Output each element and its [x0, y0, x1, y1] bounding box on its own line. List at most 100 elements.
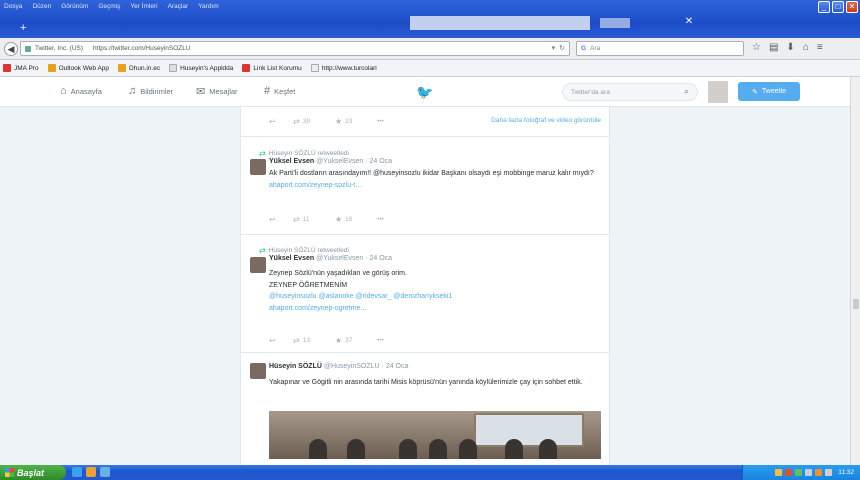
site-identity[interactable]: Twitter, Inc. (US)	[35, 45, 83, 52]
more-icon[interactable]: •••	[377, 337, 384, 344]
tweet-time[interactable]: · 24 Oca	[365, 255, 392, 262]
bookmark-star-icon[interactable]: ☆	[752, 42, 761, 53]
author-name[interactable]: Yüksel Evsen	[269, 255, 314, 262]
nav-notifications[interactable]: ♫ Bildirimler	[128, 85, 173, 97]
volume-icon[interactable]	[825, 469, 833, 476]
twitter-search-input[interactable]: Twitter'da ara ⌕	[562, 83, 698, 101]
scrollbar-thumb[interactable]	[853, 299, 859, 309]
bookmark-item[interactable]: Dhun.in.ec	[118, 64, 160, 72]
bookmark-item[interactable]: JMA Pro	[3, 64, 39, 72]
bookmark-item[interactable]: Huseyin's Appldda	[169, 64, 233, 72]
url-text[interactable]: https://twitter.com/HuseyinSOZLU	[93, 45, 191, 52]
home-icon[interactable]: ⌂	[803, 42, 809, 53]
start-button[interactable]: Başlat	[0, 465, 66, 480]
tweet-link[interactable]: ahaport.com/zeynep-ogretme...	[269, 305, 366, 312]
back-button[interactable]: ◀	[4, 41, 18, 56]
tweet-mentions[interactable]: @huseyinsozlu @aslanoke @ridevsar_ @deni…	[269, 293, 452, 300]
tweet-item[interactable]: ↩ ⇄ 39 ★ 23 ••• Daha fazla fotoğraf ve vid…	[241, 107, 609, 137]
bookmark-icon	[47, 64, 56, 72]
twitter-bird-icon[interactable]: 🐦	[416, 84, 433, 101]
firefox-icon[interactable]	[86, 467, 96, 477]
more-icon[interactable]: •••	[377, 118, 384, 125]
download-icon[interactable]: ⬇	[786, 42, 794, 53]
avatar[interactable]	[708, 81, 728, 103]
tweet-photo[interactable]	[269, 411, 601, 459]
desktop-icon[interactable]	[100, 467, 110, 477]
reply-icon[interactable]: ↩	[269, 117, 293, 126]
url-controls: ▾ ↻	[552, 44, 565, 52]
nav-discover[interactable]: # Keşfet	[264, 85, 295, 97]
reply-icon[interactable]: ↩	[269, 215, 293, 224]
windows-logo-icon	[5, 468, 14, 477]
avatar[interactable]	[250, 363, 266, 379]
search-icon[interactable]: ⌕	[684, 86, 689, 97]
tweet-time[interactable]: · 24 Oca	[382, 363, 409, 370]
ie-icon[interactable]	[72, 467, 82, 477]
retweet-button[interactable]: ⇄ 13	[293, 336, 335, 345]
tweet-time[interactable]: · 24 Oca	[365, 158, 392, 165]
tweet-link[interactable]: ahaport.com/zeynep-sozlu-t...	[269, 182, 361, 189]
new-tab-icon[interactable]: +	[20, 22, 34, 34]
tray-icon[interactable]	[795, 469, 803, 476]
menu-bookmarks[interactable]: Yer İmleri	[130, 2, 157, 12]
favorite-button[interactable]: ★ 37	[335, 336, 377, 345]
author-name[interactable]: Yüksel Evsen	[269, 158, 314, 165]
menu-view[interactable]: Görünüm	[61, 2, 88, 12]
bookmark-item[interactable]: http://www.turcolari	[310, 64, 377, 72]
page-scrollbar[interactable]	[850, 77, 860, 465]
favorite-button[interactable]: ★ 23	[335, 117, 377, 126]
lock-icon	[25, 45, 31, 52]
menu-file[interactable]: Dosya	[4, 2, 22, 12]
photo-person	[459, 439, 477, 459]
reply-icon[interactable]: ↩	[269, 336, 293, 345]
menu-edit[interactable]: Düzen	[32, 2, 51, 12]
nav-messages[interactable]: ✉ Mesajlar	[196, 85, 238, 98]
dropdown-icon[interactable]: ▾	[552, 44, 556, 52]
author-handle[interactable]: @HuseyinSOZLU	[324, 363, 380, 370]
menu-history[interactable]: Geçmiş	[98, 2, 120, 12]
bookmark-item[interactable]: Link List Korumu	[242, 64, 302, 72]
minimize-button[interactable]: _	[818, 1, 830, 13]
view-more-media-link[interactable]: Daha fazla fotoğraf ve video görüntüle	[491, 117, 601, 124]
menu-tools[interactable]: Araçlar	[168, 2, 189, 12]
toolbar-icons: ☆ ▤ ⬇ ⌂ ≡	[752, 42, 823, 53]
retweet-button[interactable]: ⇄ 39	[293, 117, 335, 126]
tray-icon[interactable]	[785, 469, 793, 476]
menu-help[interactable]: Yardım	[198, 2, 218, 12]
url-bar[interactable]: Twitter, Inc. (US) https://twitter.com/H…	[20, 41, 570, 56]
retweet-button[interactable]: ⇄ 11	[293, 215, 335, 224]
retweet-icon: ⇄	[259, 149, 266, 158]
maximize-button[interactable]: □	[832, 1, 844, 13]
tray-icon[interactable]	[805, 469, 813, 476]
reload-icon[interactable]: ↻	[559, 44, 565, 52]
author-handle[interactable]: @YukselEvsen	[316, 255, 363, 262]
favorite-button[interactable]: ★ 16	[335, 215, 377, 224]
nav-home[interactable]: ⌂ Anasayfa	[60, 85, 102, 97]
author-handle[interactable]: @YukselEvsen	[316, 158, 363, 165]
photo-person	[429, 439, 447, 459]
window-controls: _ □ ✕	[818, 1, 858, 13]
clock[interactable]: 11:32	[838, 469, 854, 476]
retweet-icon: ⇄	[259, 246, 266, 255]
search-bar[interactable]: G Ara	[576, 41, 744, 56]
tray-icon[interactable]	[815, 469, 823, 476]
tab-close-icon[interactable]: ✕	[683, 16, 695, 28]
author-name[interactable]: Hüseyin SÖZLÜ	[269, 363, 322, 370]
bookmark-item[interactable]: Outlook Web App	[47, 64, 109, 72]
menu-icon[interactable]: ≡	[817, 42, 823, 53]
tray-icon[interactable]	[775, 469, 783, 476]
avatar[interactable]	[250, 257, 266, 273]
tweet-item[interactable]: ⇄ Hüseyin SÖZLÜ retweetledi Yüksel Evsen…	[241, 143, 609, 235]
star-icon: ★	[335, 117, 343, 126]
tweet-item[interactable]: Hüseyin SÖZLÜ @HuseyinSOZLU · 24 Oca Yak…	[241, 355, 609, 465]
more-icon[interactable]: •••	[377, 216, 384, 223]
search-engine-icon[interactable]: G	[581, 45, 586, 52]
browser-tab[interactable]	[410, 16, 590, 30]
browser-tab-secondary[interactable]	[600, 18, 630, 28]
bookmarks-list-icon[interactable]: ▤	[769, 42, 778, 53]
star-icon: ★	[335, 336, 343, 345]
close-window-button[interactable]: ✕	[846, 1, 858, 13]
tweet-item[interactable]: ⇄ Hüseyin SÖZLÜ retweetledi Yüksel Evsen…	[241, 241, 609, 353]
tweet-compose-button[interactable]: ✎ Tweetle	[738, 82, 800, 101]
avatar[interactable]	[250, 159, 266, 175]
